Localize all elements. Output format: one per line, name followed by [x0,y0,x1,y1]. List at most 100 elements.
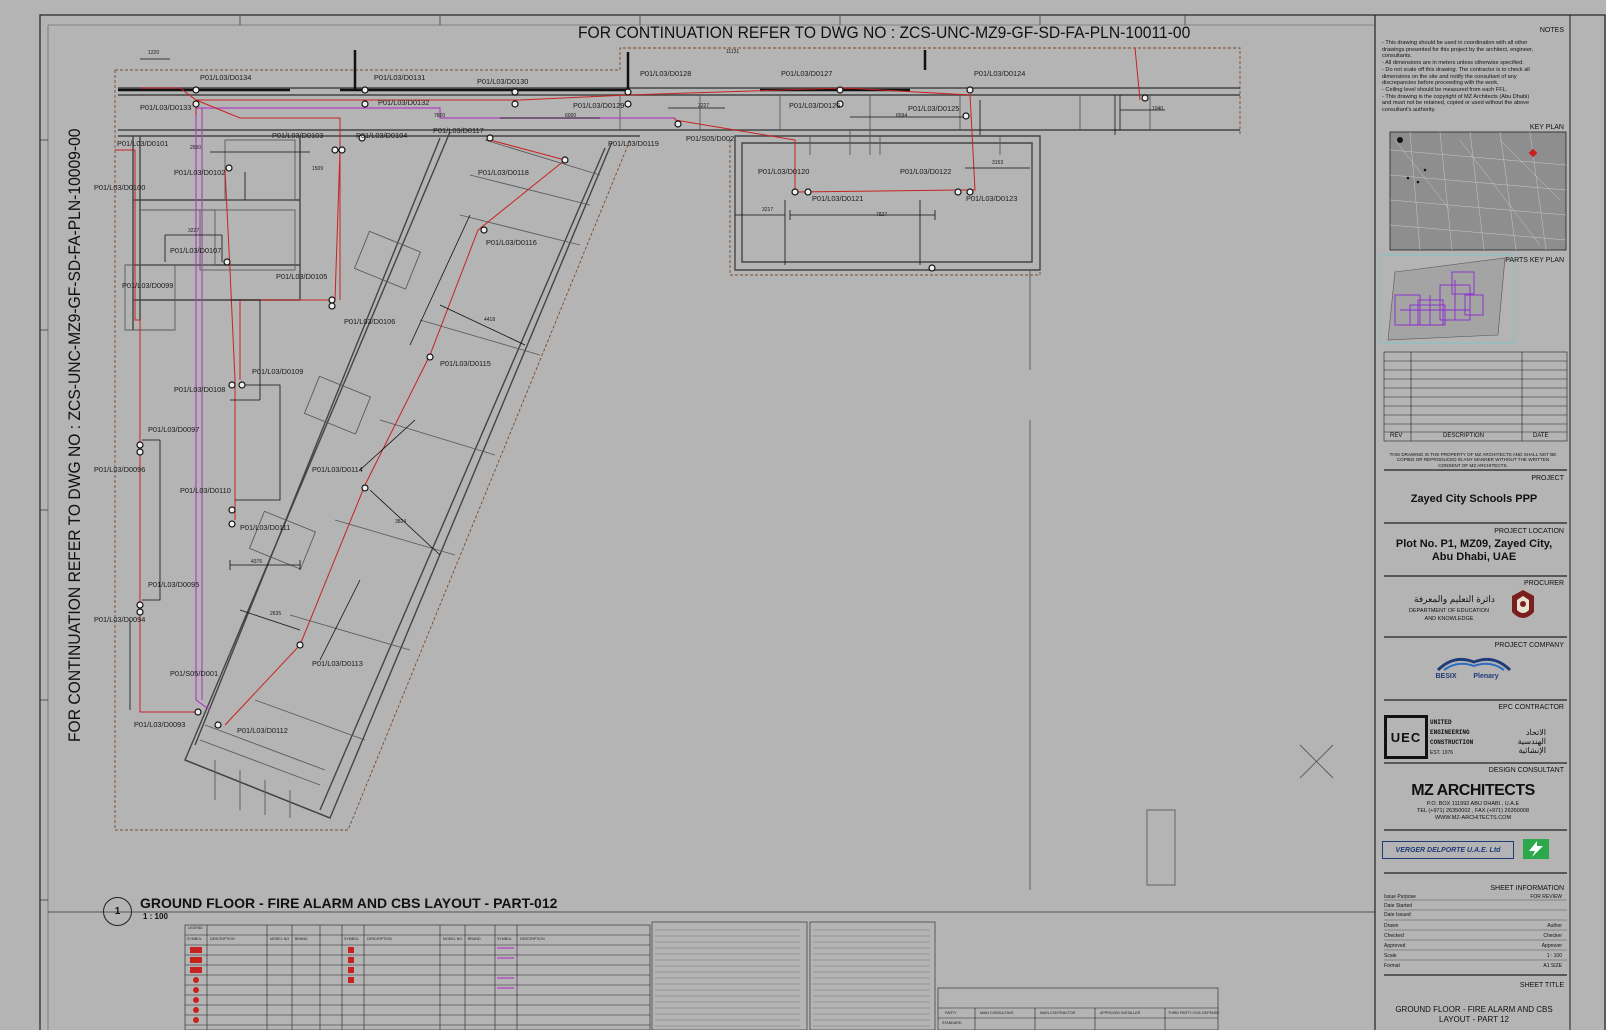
device-tag: P01/L03/D0095 [148,580,200,589]
legend-col-header: SYMBOL [497,937,512,941]
legend-col-header: DESCRIPTION [367,937,392,941]
note-line: - All dimensions are in meters unless ot… [1382,60,1524,67]
sheet-info-key: Drawn [1384,923,1399,929]
legend-col-header: DESCRIPTION [210,937,235,941]
device-tag: P01/L03/D0101 [117,139,169,148]
device-tag: P01/L03/D0109 [252,367,304,376]
procurer-name-line1: DEPARTMENT OF EDUCATION [1409,608,1489,614]
device-tag: P01/L03/D0104 [356,131,408,140]
device-tag: P01/L03/D0112 [237,726,288,735]
device-tag: P01/L03/D0132 [378,98,430,107]
legend-col-header: BRAND [468,937,481,941]
note-line: and must not be retained, copied or used… [1382,100,1530,107]
device-tag: P01/L03/D0133 [140,103,192,112]
device-tag: P01/L03/D0103 [272,131,324,140]
note-line: consultant's authority. [1382,107,1436,114]
device-tag: P01/L03/D0111 [240,523,291,532]
legend-col-header: DESCRIPTION [520,937,545,941]
sheet-info-value: FOR REVIEW [1530,894,1562,900]
device-tag: P01/L03/D0131 [374,73,426,82]
device-tag: P01/L03/D0093 [134,720,186,729]
project-location-label: PROJECT LOCATION [1494,528,1564,535]
consultant-logo-text: MZ ARCHITECTS [1411,782,1535,799]
device-tag: P01/L03/D0119 [608,139,659,148]
device-tag: P01/L03/D0102 [174,168,226,177]
project-company-name1: BESIX [1435,673,1457,680]
design-consultant-label: DESIGN CONSULTANT [1488,767,1564,774]
device-tag: P01/L03/D0117 [433,126,484,135]
device-tag: P01/L03/D0108 [174,385,226,394]
dimension-label: 11131 [726,49,740,55]
device-tag: P01/L03/D0114 [312,465,363,474]
device-tag: P01/L03/D0129 [573,101,625,110]
rev-header: REV [1390,433,1403,439]
procurer-emblem-logo [1512,590,1534,618]
consultant-address1: P.O. BOX 111992 ABU DHABI , U.A.E [1426,801,1520,807]
epc-logo-mark: UEC [1384,715,1428,759]
legend-col-header: SYMBOL [344,937,359,941]
title-block: NOTES - This drawing should be used in c… [1378,20,1570,1030]
procurer-label: PROCURER [1523,580,1564,587]
dimension-label: 1940 [1152,106,1164,112]
device-tag: P01/L03/D0099 [122,281,174,290]
view-scale: 1 : 100 [143,912,168,921]
dimension-label: 1509 [312,166,324,172]
device-tag: P01/L03/D0121 [812,194,864,203]
dimension-label: 3217 [762,207,774,213]
device-tag: P01/L03/D0105 [276,272,328,281]
dimension-label: 6000 [565,113,577,119]
note-line: - Do not scale off this drawing. The con… [1382,66,1530,73]
dimension-label: 1220 [148,50,160,56]
dimension-label: 7827 [876,212,888,218]
device-tag: P01/S05/D001 [170,669,219,678]
signoff-header: APPROVED INSTALLER [1100,1011,1141,1015]
notes-heading: NOTES [1539,27,1564,34]
signoff-row-label: STANDARD [942,1021,962,1025]
dimension-label: 6594 [896,113,908,119]
floor-plan-drawing [39,14,1606,1030]
device-tag: P01/S05/D002 [686,134,735,143]
continuation-note-left: FOR CONTINUATION REFER TO DWG NO : ZCS-U… [65,128,84,742]
signoff-header: PARTY [945,1011,957,1015]
project-location-line2: Abu Dhabi, UAE [1431,551,1517,563]
project-name: Zayed City Schools PPP [1410,493,1538,505]
project-label: PROJECT [1531,475,1564,482]
legend-col-header: BRAND [295,937,308,941]
epc-name-line2: ENGINEERING [1430,729,1470,736]
procurer-name-line2: AND KNOWLEDGE [1424,616,1474,622]
device-tag: P01/L03/D0128 [640,69,692,78]
sheet-info-value: Approver [1541,943,1562,949]
dimension-label: 3153 [992,160,1004,166]
subconsultant-logo-text: VERGER DELPORTE U.A.E. Ltd [1382,841,1514,859]
epc-name-line1: UNITED [1430,719,1452,726]
sheet-info-key: Approved [1384,943,1406,949]
sheet-title-label: SHEET TITLE [1519,982,1564,989]
device-tag: P01/L03/D0123 [966,194,1018,203]
note-line: dimensions on the site and notify the co… [1382,73,1517,80]
notes-list: - This drawing should be used in coordin… [1382,40,1533,114]
device-tag: P01/L03/D0094 [94,615,146,624]
device-tag: P01/L03/D0100 [94,183,146,192]
epc-name-line3: CONSTRUCTION [1430,739,1474,746]
dimension-label: 3227 [698,103,710,109]
legend-col-header: MODEL NO [443,937,463,941]
project-company-name2: Plenary [1473,673,1499,680]
device-tag: P01/L03/D0118 [478,168,529,177]
epc-arabic-name: الاتحاد الهندسية الإنشائية [1517,728,1546,756]
continuation-note-top: FOR CONTINUATION REFER TO DWG NO : ZCS-U… [578,23,1191,42]
rev-header: DESCRIPTION [1443,433,1485,439]
project-location-line1: Plot No. P1, MZ09, Zayed City, [1395,538,1553,550]
note-line: - This drawing is the copyright of MZ Ar… [1382,93,1530,100]
sheet-info-value: Author [1547,923,1562,929]
device-tag: P01/L03/D0130 [477,77,529,86]
epc-contractor-label: EPC CONTRACTOR [1498,704,1564,711]
legend-heading: LEGEND [188,926,203,930]
device-tag: P01/L03/D0110 [180,486,231,495]
parts-key-plan-label: PARTS KEY PLAN [1505,257,1564,264]
drawing-sheet: FOR CONTINUATION REFER TO DWG NO : ZCS-U… [0,0,1606,1030]
device-tag: P01/L03/D0113 [312,659,363,668]
legend-col-header: SYMBOL [187,937,202,941]
device-tag: P01/L03/D0107 [170,246,222,255]
sheet-info-key: Checked [1384,933,1404,939]
sheet-info-value: A1 SIZE [1543,963,1562,969]
